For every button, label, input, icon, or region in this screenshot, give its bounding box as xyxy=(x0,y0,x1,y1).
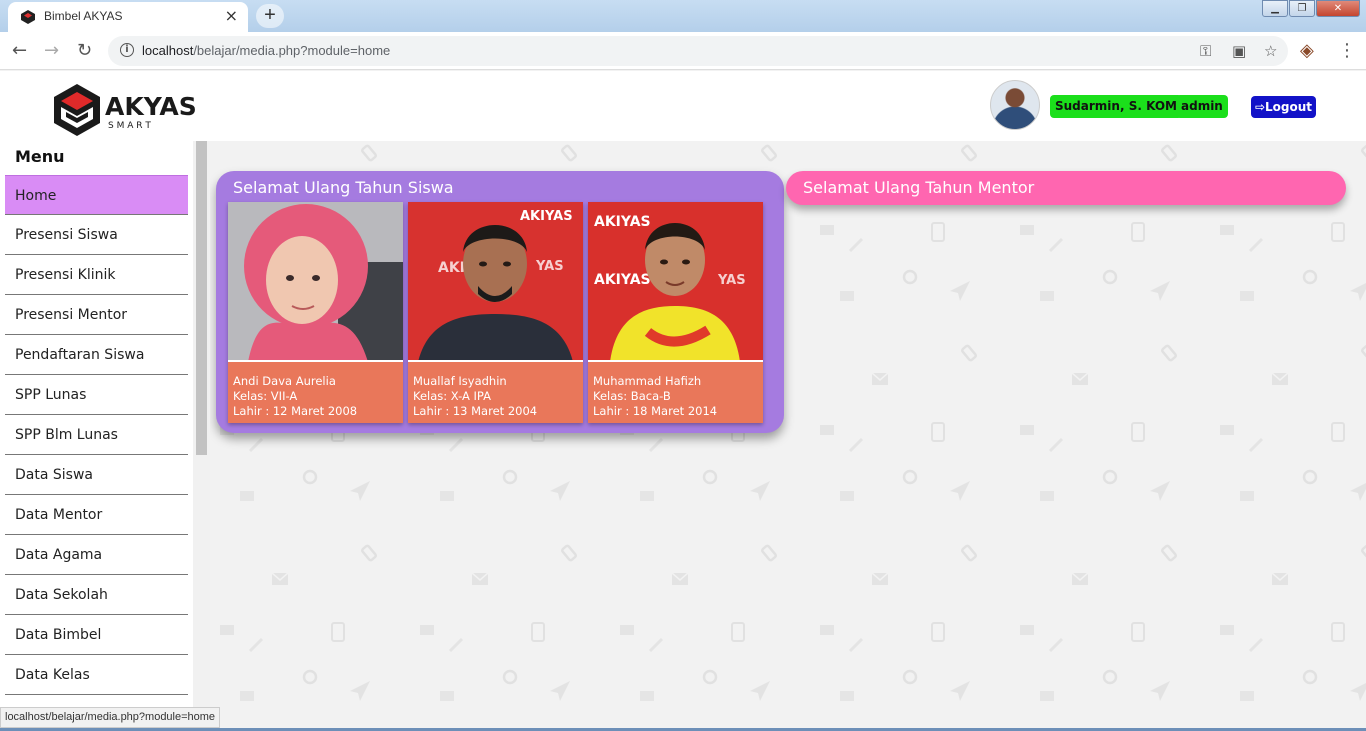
tab-title: Bimbel AKYAS xyxy=(44,9,123,23)
svg-text:S M A R T: S M A R T xyxy=(108,121,151,131)
svg-text:AKI: AKI xyxy=(438,260,465,276)
new-tab-button[interactable]: + xyxy=(256,4,284,28)
svg-text:YAS: YAS xyxy=(717,273,746,288)
user-role-badge: admin xyxy=(1176,95,1228,118)
url-text: localhost/belajar/media.php?module=home xyxy=(142,43,391,58)
user-avatar xyxy=(990,80,1040,130)
maximize-button[interactable]: ❐ xyxy=(1289,0,1315,17)
student-photo xyxy=(228,202,403,362)
sidebar-item-spp-blm-lunas[interactable]: SPP Blm Lunas xyxy=(5,415,188,455)
student-class: Kelas: VII-A xyxy=(233,389,298,403)
minimize-button[interactable]: ▁ xyxy=(1262,0,1288,17)
forward-arrow-icon[interactable]: → xyxy=(44,40,59,61)
student-photo: AKIYAS AKI YAS xyxy=(408,202,583,362)
sidebar: Menu Home Presensi Siswa Presensi Klinik… xyxy=(0,141,193,731)
sidebar-item-data-sekolah[interactable]: Data Sekolah xyxy=(5,575,188,615)
bookmark-star-icon[interactable]: ☆ xyxy=(1264,42,1277,60)
browser-tab[interactable]: Bimbel AKYAS × xyxy=(8,2,248,32)
extension-icon[interactable]: ◈ xyxy=(1300,40,1314,61)
sidebar-item-data-mentor[interactable]: Data Mentor xyxy=(5,495,188,535)
sidebar-item-data-agama[interactable]: Data Agama xyxy=(5,535,188,575)
student-class: Kelas: X-A IPA xyxy=(413,389,491,403)
browser-toolbar: ← → ↻ i localhost/belajar/media.php?modu… xyxy=(0,32,1366,70)
logout-icon: ⇨ xyxy=(1254,100,1266,114)
svg-text:AKIYAS: AKIYAS xyxy=(520,209,573,224)
key-icon[interactable]: ⚿ xyxy=(1200,42,1211,60)
svg-text:AKYAS: AKYAS xyxy=(105,92,197,121)
akyas-logo: AKYAS S M A R T xyxy=(54,84,197,136)
student-name: Andi Dava Aurelia xyxy=(233,374,336,388)
sidebar-item-presensi-klinik[interactable]: Presensi Klinik xyxy=(5,255,188,295)
address-bar[interactable]: i localhost/belajar/media.php?module=hom… xyxy=(108,36,1288,66)
svg-text:YAS: YAS xyxy=(535,259,564,274)
student-class: Kelas: Baca-B xyxy=(593,389,671,403)
sidebar-item-presensi-mentor[interactable]: Presensi Mentor xyxy=(5,295,188,335)
student-card[interactable]: AKIYAS AKIYAS YAS Muhammad Hafizh Kelas:… xyxy=(588,202,763,423)
logout-button[interactable]: ⇨Logout xyxy=(1251,96,1316,118)
student-card[interactable]: AKIYAS AKI YAS Muallaf Isyadhin Kelas: X… xyxy=(408,202,583,423)
back-arrow-icon[interactable]: ← xyxy=(12,40,27,61)
student-birthday-cards: Andi Dava Aurelia Kelas: VII-A Lahir : 1… xyxy=(228,202,763,423)
sidebar-item-data-bimbel[interactable]: Data Bimbel xyxy=(5,615,188,655)
student-card[interactable]: Andi Dava Aurelia Kelas: VII-A Lahir : 1… xyxy=(228,202,403,423)
akyas-favicon-icon xyxy=(21,10,35,24)
reload-icon[interactable]: ↻ xyxy=(77,40,92,61)
sidebar-item-spp-lunas[interactable]: SPP Lunas xyxy=(5,375,188,415)
site-info-icon[interactable]: i xyxy=(120,43,134,57)
student-card-info: Muhammad Hafizh Kelas: Baca-B Lahir : 18… xyxy=(588,362,763,419)
student-name: Muallaf Isyadhin xyxy=(413,374,507,388)
student-birthdate: Lahir : 13 Maret 2004 xyxy=(413,404,538,418)
svg-text:AKIYAS: AKIYAS xyxy=(594,214,651,230)
menu-list: Home Presensi Siswa Presensi Klinik Pres… xyxy=(5,175,188,695)
student-birthdate: Lahir : 18 Maret 2014 xyxy=(593,404,718,418)
chrome-menu-icon[interactable]: ⋮ xyxy=(1338,40,1356,61)
sidebar-item-pendaftaran-siswa[interactable]: Pendaftaran Siswa xyxy=(5,335,188,375)
translate-icon[interactable]: ▣ xyxy=(1232,42,1246,60)
page-header: AKYAS S M A R T Sudarmin, S. KOM admin ⇨… xyxy=(0,71,1366,141)
menu-title: Menu xyxy=(15,147,65,166)
sidebar-item-data-siswa[interactable]: Data Siswa xyxy=(5,455,188,495)
student-card-info: Muallaf Isyadhin Kelas: X-A IPA Lahir : … xyxy=(408,362,583,419)
browser-titlebar: Bimbel AKYAS × + ▁ ❐ ✕ xyxy=(0,0,1366,32)
student-photo: AKIYAS AKIYAS YAS xyxy=(588,202,763,362)
tab-close-icon[interactable]: × xyxy=(225,7,238,25)
close-window-button[interactable]: ✕ xyxy=(1316,0,1360,17)
student-birthdate: Lahir : 12 Maret 2008 xyxy=(233,404,358,418)
link-status-bubble: localhost/belajar/media.php?module=home xyxy=(0,707,221,728)
mentor-birthday-panel: Selamat Ulang Tahun Mentor xyxy=(786,171,1346,205)
main-content: Selamat Ulang Tahun Siswa Andi Dava Aure… xyxy=(210,141,1366,731)
sidebar-item-home[interactable]: Home xyxy=(5,175,188,215)
scrollbar-thumb[interactable] xyxy=(196,141,207,455)
svg-text:AKIYAS: AKIYAS xyxy=(594,272,651,288)
user-name-badge: Sudarmin, S. KOM xyxy=(1050,95,1182,118)
sidebar-item-data-kelas[interactable]: Data Kelas xyxy=(5,655,188,695)
sidebar-item-presensi-siswa[interactable]: Presensi Siswa xyxy=(5,215,188,255)
student-birthday-title: Selamat Ulang Tahun Siswa xyxy=(233,178,454,197)
mentor-birthday-title: Selamat Ulang Tahun Mentor xyxy=(803,178,1035,197)
sidebar-scrollbar[interactable] xyxy=(193,141,210,731)
student-name: Muhammad Hafizh xyxy=(593,374,702,388)
student-birthday-panel: Selamat Ulang Tahun Siswa Andi Dava Aure… xyxy=(216,171,784,433)
student-card-info: Andi Dava Aurelia Kelas: VII-A Lahir : 1… xyxy=(228,362,403,419)
window-controls: ▁ ❐ ✕ xyxy=(1261,0,1360,18)
